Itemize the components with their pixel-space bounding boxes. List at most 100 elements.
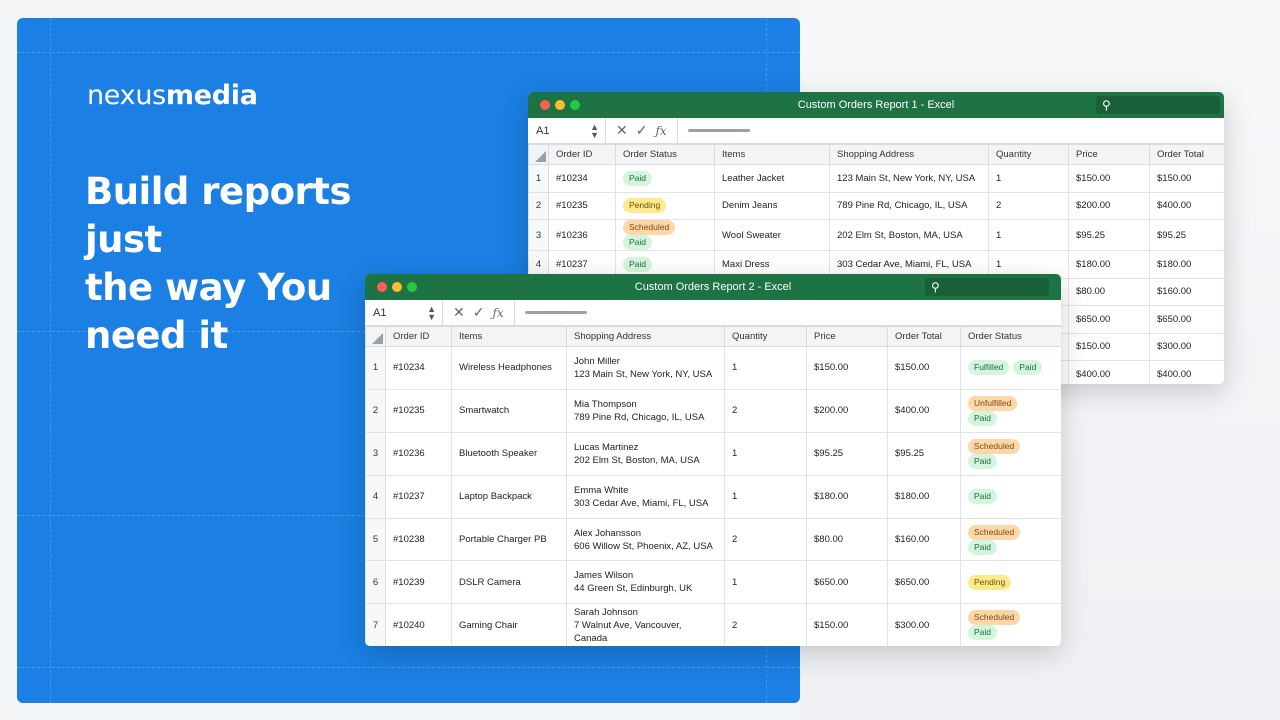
search-icon[interactable]: ⚲ — [931, 280, 940, 294]
table-row[interactable]: 5 #10238 Portable Charger PB Alex Johansson… — [365, 517, 1061, 562]
column-header[interactable]: Shopping Address — [566, 326, 725, 347]
fx-icon[interactable]: ƒx — [655, 124, 666, 138]
cell-item[interactable]: Wireless Headphones — [451, 346, 567, 390]
cell-price[interactable]: $650.00 — [1068, 305, 1150, 334]
cell-quantity[interactable]: 1 — [724, 431, 807, 476]
cell-price[interactable]: $180.00 — [806, 474, 888, 519]
cell-item[interactable]: Wool Sweater — [714, 219, 830, 251]
cell-item[interactable]: Laptop Backpack — [451, 474, 567, 519]
cell-order-status[interactable]: ScheduledPaid — [615, 219, 715, 251]
cell-reference-box[interactable]: A1 ▲ ▼ — [365, 299, 443, 326]
cell-address[interactable]: Alex Johansson 606 Willow St, Phoenix, AZ… — [566, 517, 725, 562]
table-row[interactable]: 1 #10234 Paid Leather Jacket 123 Main St, Ne… — [528, 164, 1224, 193]
cell-order-total[interactable]: $400.00 — [1149, 360, 1224, 384]
column-header[interactable]: Quantity — [988, 144, 1069, 165]
cell-address[interactable]: James Wilson 44 Green St, Edinburgh, UK — [566, 560, 725, 605]
cell-quantity[interactable]: 1 — [724, 346, 807, 390]
cell-price[interactable]: $180.00 — [1068, 250, 1150, 279]
cell-price[interactable]: $80.00 — [1068, 277, 1150, 306]
cell-item[interactable]: Smartwatch — [451, 388, 567, 433]
cell-price[interactable]: $150.00 — [806, 603, 888, 646]
cell-quantity[interactable]: 2 — [988, 191, 1069, 220]
cell-item[interactable]: Leather Jacket — [714, 164, 830, 193]
cell-order-total[interactable]: $300.00 — [1149, 332, 1224, 361]
cell-order-total[interactable]: $650.00 — [1149, 305, 1224, 334]
cell-order-id[interactable]: #10236 — [385, 431, 452, 476]
table-row[interactable]: 2 #10235 Smartwatch Mia Thompson 789 Pine Rd… — [365, 388, 1061, 433]
cell-order-id[interactable]: #10235 — [548, 191, 616, 220]
cell-item[interactable]: Denim Jeans — [714, 191, 830, 220]
close-icon[interactable] — [377, 282, 387, 292]
cell-address[interactable]: Mia Thompson 789 Pine Rd, Chicago, IL, US… — [566, 388, 725, 433]
cell-price[interactable]: $400.00 — [1068, 360, 1150, 384]
table-row[interactable]: 7 #10240 Gaming Chair Sarah Johnson 7 Walnut… — [365, 603, 1061, 646]
search-input[interactable]: ⚲ — [925, 278, 1049, 296]
cell-price[interactable]: $150.00 — [1068, 332, 1150, 361]
table-row[interactable]: 3 #10236 ScheduledPaid Wool Sweater 202 Elm … — [528, 219, 1224, 251]
cell-order-total[interactable]: $400.00 — [1149, 191, 1224, 220]
close-icon[interactable] — [540, 100, 550, 110]
cell-order-id[interactable]: #10234 — [385, 346, 452, 390]
cell-order-total[interactable]: $400.00 — [887, 388, 961, 433]
table-row[interactable]: 4 #10237 Laptop Backpack Emma White 303 Ceda… — [365, 474, 1061, 519]
cell-item[interactable]: Portable Charger PB — [451, 517, 567, 562]
search-input[interactable]: ⚲ — [1096, 96, 1220, 114]
column-header[interactable]: Order Status — [960, 326, 1061, 347]
check-icon[interactable]: ✓ — [636, 122, 648, 139]
cancel-icon[interactable]: ✕ — [453, 304, 465, 321]
cell-order-status[interactable]: ScheduledPaid — [960, 517, 1061, 562]
stepper-icon[interactable]: ▲ ▼ — [427, 304, 436, 321]
cell-reference-box[interactable]: A1 ▲ ▼ — [528, 117, 606, 144]
column-header[interactable]: Order ID — [385, 326, 452, 347]
fx-icon[interactable]: ƒx — [492, 306, 503, 320]
cell-quantity[interactable]: 1 — [988, 164, 1069, 193]
minimize-icon[interactable] — [392, 282, 402, 292]
cell-order-status[interactable]: Paid — [960, 474, 1061, 519]
cell-address[interactable]: 789 Pine Rd, Chicago, IL, USA — [829, 191, 989, 220]
table-row[interactable]: 6 #10239 DSLR Camera James Wilson 44 Green S… — [365, 560, 1061, 605]
row-number[interactable]: 2 — [365, 388, 386, 433]
column-header[interactable]: Price — [806, 326, 888, 347]
cell-address[interactable]: Lucas Martinez 202 Elm St, Boston, MA, US… — [566, 431, 725, 476]
maximize-icon[interactable] — [407, 282, 417, 292]
cell-order-status[interactable]: ScheduledPaid — [960, 431, 1061, 476]
cell-order-total[interactable]: $160.00 — [887, 517, 961, 562]
stepper-icon[interactable]: ▲ ▼ — [590, 122, 599, 139]
cell-address[interactable]: Emma White 303 Cedar Ave, Miami, FL, USA — [566, 474, 725, 519]
cell-price[interactable]: $650.00 — [806, 560, 888, 605]
cell-price[interactable]: $95.25 — [1068, 219, 1150, 251]
cell-price[interactable]: $95.25 — [806, 431, 888, 476]
formula-input[interactable] — [687, 129, 750, 132]
cell-order-status[interactable]: Paid — [615, 164, 715, 193]
cell-quantity[interactable]: 1 — [724, 474, 807, 519]
row-number[interactable]: 1 — [365, 346, 386, 390]
table-row[interactable]: 3 #10236 Bluetooth Speaker Lucas Martinez 20… — [365, 431, 1061, 476]
cell-address[interactable]: John Miller 123 Main St, New York, NY, US… — [566, 346, 725, 390]
row-number[interactable]: 6 — [365, 560, 386, 605]
cell-price[interactable]: $150.00 — [1068, 164, 1150, 193]
cell-order-total[interactable]: $180.00 — [1149, 250, 1224, 279]
cell-order-status[interactable]: Pending — [960, 560, 1061, 605]
cell-order-id[interactable]: #10238 — [385, 517, 452, 562]
maximize-icon[interactable] — [570, 100, 580, 110]
row-number[interactable]: 3 — [528, 219, 549, 251]
cell-order-status[interactable]: Pending — [615, 191, 715, 220]
cell-order-id[interactable]: #10237 — [385, 474, 452, 519]
cell-order-status[interactable]: UnfulfilledPaid — [960, 388, 1061, 433]
cell-order-status[interactable]: Fulfilled Paid — [960, 346, 1061, 390]
cell-order-total[interactable]: $650.00 — [887, 560, 961, 605]
cell-price[interactable]: $150.00 — [806, 346, 888, 390]
column-header[interactable]: Items — [451, 326, 567, 347]
cell-address[interactable]: 202 Elm St, Boston, MA, USA — [829, 219, 989, 251]
cell-price[interactable]: $200.00 — [806, 388, 888, 433]
cell-order-total[interactable]: $160.00 — [1149, 277, 1224, 306]
select-all-icon[interactable] — [528, 144, 549, 165]
select-all-icon[interactable] — [365, 326, 386, 347]
cell-order-id[interactable]: #10236 — [548, 219, 616, 251]
cell-order-total[interactable]: $95.25 — [1149, 219, 1224, 251]
table-row[interactable]: 1 #10234 Wireless Headphones John Miller 123… — [365, 346, 1061, 390]
cell-order-status[interactable]: ScheduledPaid — [960, 603, 1061, 646]
row-number[interactable]: 3 — [365, 431, 386, 476]
cell-quantity[interactable]: 1 — [988, 219, 1069, 251]
table-row[interactable]: 2 #10235 Pending Denim Jeans 789 Pine Rd, Ch… — [528, 191, 1224, 220]
